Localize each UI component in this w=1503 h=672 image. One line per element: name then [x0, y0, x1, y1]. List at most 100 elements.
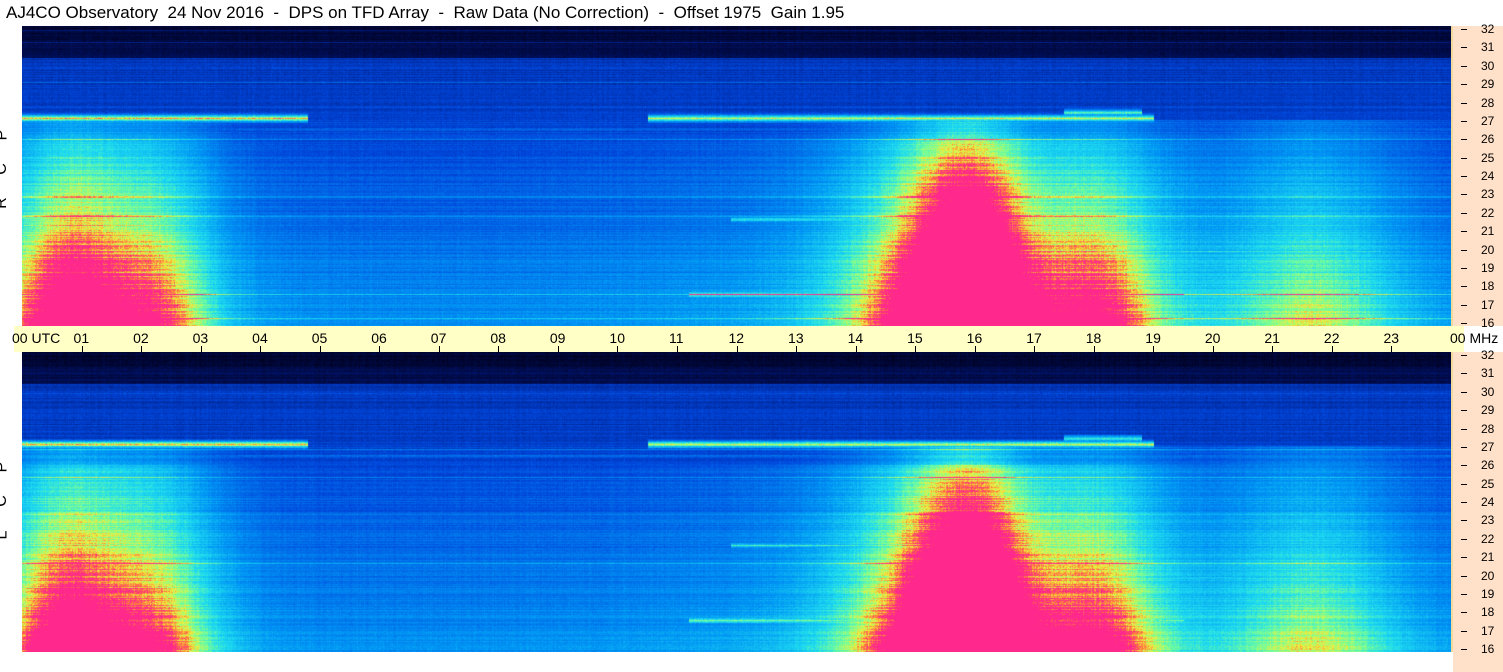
time-tick-mark	[855, 346, 857, 352]
time-tick-mark	[379, 346, 381, 352]
freq-tick-mark	[1461, 84, 1467, 86]
time-tick-label: 08	[490, 330, 506, 346]
freq-tick-mark	[1461, 157, 1467, 159]
time-tick-label: 04	[252, 330, 268, 346]
freq-tick-mark	[1461, 575, 1467, 577]
time-tick-label: 22	[1323, 330, 1340, 346]
freq-tick-label: 26	[1481, 132, 1495, 147]
freq-tick-label: 20	[1481, 242, 1495, 257]
time-tick-mark	[81, 346, 83, 352]
spectrogram-lcp	[22, 352, 1451, 652]
time-tick-mark	[736, 346, 738, 352]
freq-tick-label: 28	[1481, 421, 1495, 436]
time-tick-mark	[796, 346, 798, 352]
freq-tick-label: 16	[1481, 316, 1495, 330]
freq-tick-mark	[1461, 194, 1467, 196]
freq-tick-mark	[1461, 102, 1467, 104]
time-tick-label: 14	[847, 330, 864, 346]
time-axis-end-label: 00 MHz	[1450, 330, 1499, 346]
freq-tick-label: 28	[1481, 95, 1495, 110]
freq-tick-label: 17	[1481, 623, 1495, 638]
freq-tick-label: 30	[1481, 58, 1495, 73]
freq-tick-mark	[1461, 373, 1467, 375]
time-tick-mark	[200, 346, 202, 352]
freq-tick-mark	[1461, 65, 1467, 67]
time-tick-mark	[1153, 346, 1155, 352]
time-tick-label: 23	[1383, 330, 1400, 346]
freq-tick-label: 32	[1481, 22, 1495, 36]
freq-tick-label: 31	[1481, 366, 1495, 381]
time-tick-label: 15	[907, 330, 923, 346]
freq-tick-mark	[1461, 428, 1467, 430]
time-tick-mark	[498, 346, 500, 352]
freq-tick-label: 30	[1481, 384, 1495, 399]
freq-tick-label: 31	[1481, 40, 1495, 55]
time-tick-mark	[557, 346, 559, 352]
panel-label-bottom: P C L	[0, 450, 22, 560]
time-tick-mark	[617, 346, 619, 352]
time-tick-label: 02	[133, 330, 149, 346]
freq-scale-bottom	[1453, 352, 1503, 672]
time-tick-label: 06	[371, 330, 387, 346]
time-tick-label: 17	[1026, 330, 1042, 346]
freq-tick-mark	[1461, 267, 1467, 269]
time-tick-label: 12	[728, 330, 745, 346]
time-tick-mark	[1093, 346, 1095, 352]
time-tick-label: 19	[1145, 330, 1161, 346]
freq-tick-mark	[1461, 520, 1467, 522]
freq-tick-mark	[1461, 176, 1467, 177]
freq-tick-label: 27	[1481, 439, 1495, 454]
panel-label-top: P C R	[0, 118, 22, 228]
freq-tick-mark	[1461, 502, 1467, 503]
freq-tick-mark	[1461, 391, 1467, 393]
chart-title: AJ4CO Observatory 24 Nov 2016 - DPS on T…	[6, 3, 845, 22]
time-tick-mark	[319, 346, 321, 352]
freq-tick-label: 18	[1481, 605, 1495, 620]
freq-tick-mark	[1461, 446, 1467, 448]
freq-tick-label: 23	[1481, 187, 1495, 202]
freq-tick-mark	[1461, 649, 1467, 650]
time-tick-label: 21	[1264, 330, 1280, 346]
time-tick-label: 07	[430, 330, 447, 346]
freq-tick-label: 22	[1481, 531, 1495, 546]
time-tick-label: 09	[549, 330, 566, 346]
freq-tick-mark	[1461, 304, 1467, 306]
time-tick-label: 16	[966, 330, 983, 346]
time-tick-mark	[438, 346, 440, 352]
freq-tick-mark	[1461, 286, 1467, 288]
freq-tick-mark	[1461, 212, 1467, 214]
time-tick-mark	[141, 346, 143, 352]
freq-tick-mark	[1461, 593, 1467, 595]
time-tick-label: 18	[1085, 330, 1102, 346]
freq-tick-mark	[1461, 47, 1467, 49]
time-tick-mark	[676, 346, 678, 352]
freq-tick-mark	[1461, 29, 1467, 30]
freq-tick-mark	[1461, 630, 1467, 632]
freq-tick-mark	[1461, 323, 1467, 324]
time-tick-mark	[974, 346, 976, 352]
freq-tick-mark	[1461, 231, 1467, 233]
time-tick-mark	[1034, 346, 1036, 352]
spectrogram-lcp-canvas	[22, 352, 1451, 652]
time-tick-mark	[1272, 346, 1274, 352]
freq-tick-mark	[1461, 139, 1467, 141]
time-tick-mark	[1212, 346, 1214, 352]
freq-tick-mark	[1461, 249, 1467, 251]
time-tick-mark	[1391, 346, 1393, 352]
time-tick-label: 10	[609, 330, 625, 346]
time-tick-mark	[915, 346, 917, 352]
time-tick-label: 03	[192, 330, 209, 346]
freq-tick-label: 22	[1481, 205, 1495, 220]
freq-tick-label: 21	[1481, 224, 1495, 239]
time-tick-label: 05	[311, 330, 328, 346]
spectrogram-rcp-canvas	[22, 26, 1451, 326]
freq-tick-label: 25	[1481, 150, 1495, 165]
freq-tick-label: 19	[1481, 586, 1495, 601]
freq-tick-label: 21	[1481, 550, 1495, 565]
time-tick-mark	[1331, 346, 1333, 352]
freq-tick-label: 25	[1481, 476, 1495, 491]
time-tick-label: 20	[1204, 330, 1221, 346]
freq-tick-label: 27	[1481, 113, 1495, 128]
time-tick-mark	[260, 346, 262, 352]
freq-tick-label: 24	[1481, 495, 1495, 509]
